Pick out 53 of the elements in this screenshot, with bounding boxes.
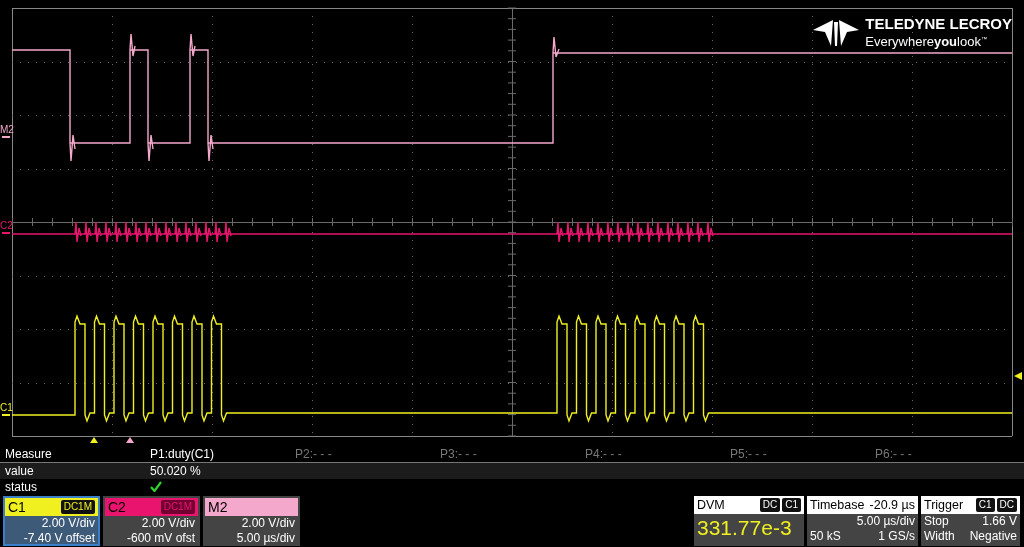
parameter-label[interactable]: P2:- - - xyxy=(295,446,440,462)
parameter-label[interactable]: P4:- - - xyxy=(585,446,730,462)
panel-setting: Width xyxy=(924,529,955,544)
trace-position-icon xyxy=(126,437,134,443)
panel-setting: 1.66 V xyxy=(982,514,1017,529)
parameter-label[interactable]: P5:- - - xyxy=(730,446,875,462)
panel-badge: DC xyxy=(759,498,781,512)
panel-setting: 50 kS xyxy=(810,529,841,544)
row-label: status xyxy=(5,479,38,496)
panel-setting: 1 GS/s xyxy=(878,529,915,544)
channel-setting: -7.40 V offset xyxy=(22,531,96,546)
panel-setting: Stop xyxy=(924,514,949,529)
timebase-panel[interactable]: Timebase -20.9 µs 5.00 µs/div 50 kS 1 GS/s xyxy=(807,496,918,546)
panel-badge: C1 xyxy=(975,498,995,512)
parameter-label[interactable]: P3:- - - xyxy=(440,446,585,462)
channel-setting: 2.00 V/div xyxy=(240,516,296,531)
trace-label: M2 xyxy=(0,124,14,135)
channel-name: C2 xyxy=(108,499,126,515)
measurement-value: 50.020 % xyxy=(150,463,202,479)
parameter-label[interactable]: P6:- - - xyxy=(875,446,1020,462)
panel-badge: C1 xyxy=(782,498,801,512)
coupling-badge: DC1M xyxy=(160,500,195,514)
parameter-label[interactable]: P1:duty(C1) xyxy=(150,446,295,462)
panel-title: Timebase xyxy=(810,498,865,512)
dvm-reading: 331.77e-3 xyxy=(696,515,793,541)
trigger-level-icon xyxy=(1014,372,1022,380)
channel-name: C1 xyxy=(8,499,26,515)
trace-label: C2 xyxy=(0,220,13,231)
channel-setting: -600 mV ofst xyxy=(125,531,196,546)
trigger-position-icon xyxy=(90,437,98,443)
channel-name: M2 xyxy=(208,499,228,515)
brand-name: TELEDYNE LECROY xyxy=(865,16,1012,32)
panel-setting: 5.00 µs/div xyxy=(856,514,915,529)
channel-setting: 2.00 V/div xyxy=(140,516,196,531)
channel-setting: 5.00 µs/div xyxy=(235,531,296,546)
channel-descriptor[interactable]: C1 DC1M 2.00 V/div -7.40 V offset xyxy=(3,496,100,546)
trigger-panel[interactable]: Trigger C1 DC Stop 1.66 V Width Negative xyxy=(921,496,1020,546)
trace-marker[interactable] xyxy=(1,232,11,234)
panel-badge: DC xyxy=(996,498,1017,512)
panel-setting: Negative xyxy=(969,529,1017,544)
trace-label: C1 xyxy=(0,402,13,413)
row-label: value xyxy=(5,463,35,479)
brand-tagline: Everywhereyoulook$^{™}$ xyxy=(865,33,988,50)
logo-icon xyxy=(813,19,860,46)
trace-marker[interactable] xyxy=(1,136,11,138)
channel-setting: 2.00 V/div xyxy=(40,516,96,531)
panel-title: DVM xyxy=(697,498,725,512)
timebase-delay: -20.9 µs xyxy=(869,498,915,512)
coupling-badge: DC1M xyxy=(60,500,95,514)
panel-title: Trigger xyxy=(924,498,964,512)
measure-title: Measure xyxy=(5,446,53,462)
channel-descriptor[interactable]: C2 DC1M 2.00 V/div -600 mV ofst xyxy=(103,496,200,546)
channel-descriptor[interactable]: M2 2.00 V/div 5.00 µs/div xyxy=(203,496,300,546)
